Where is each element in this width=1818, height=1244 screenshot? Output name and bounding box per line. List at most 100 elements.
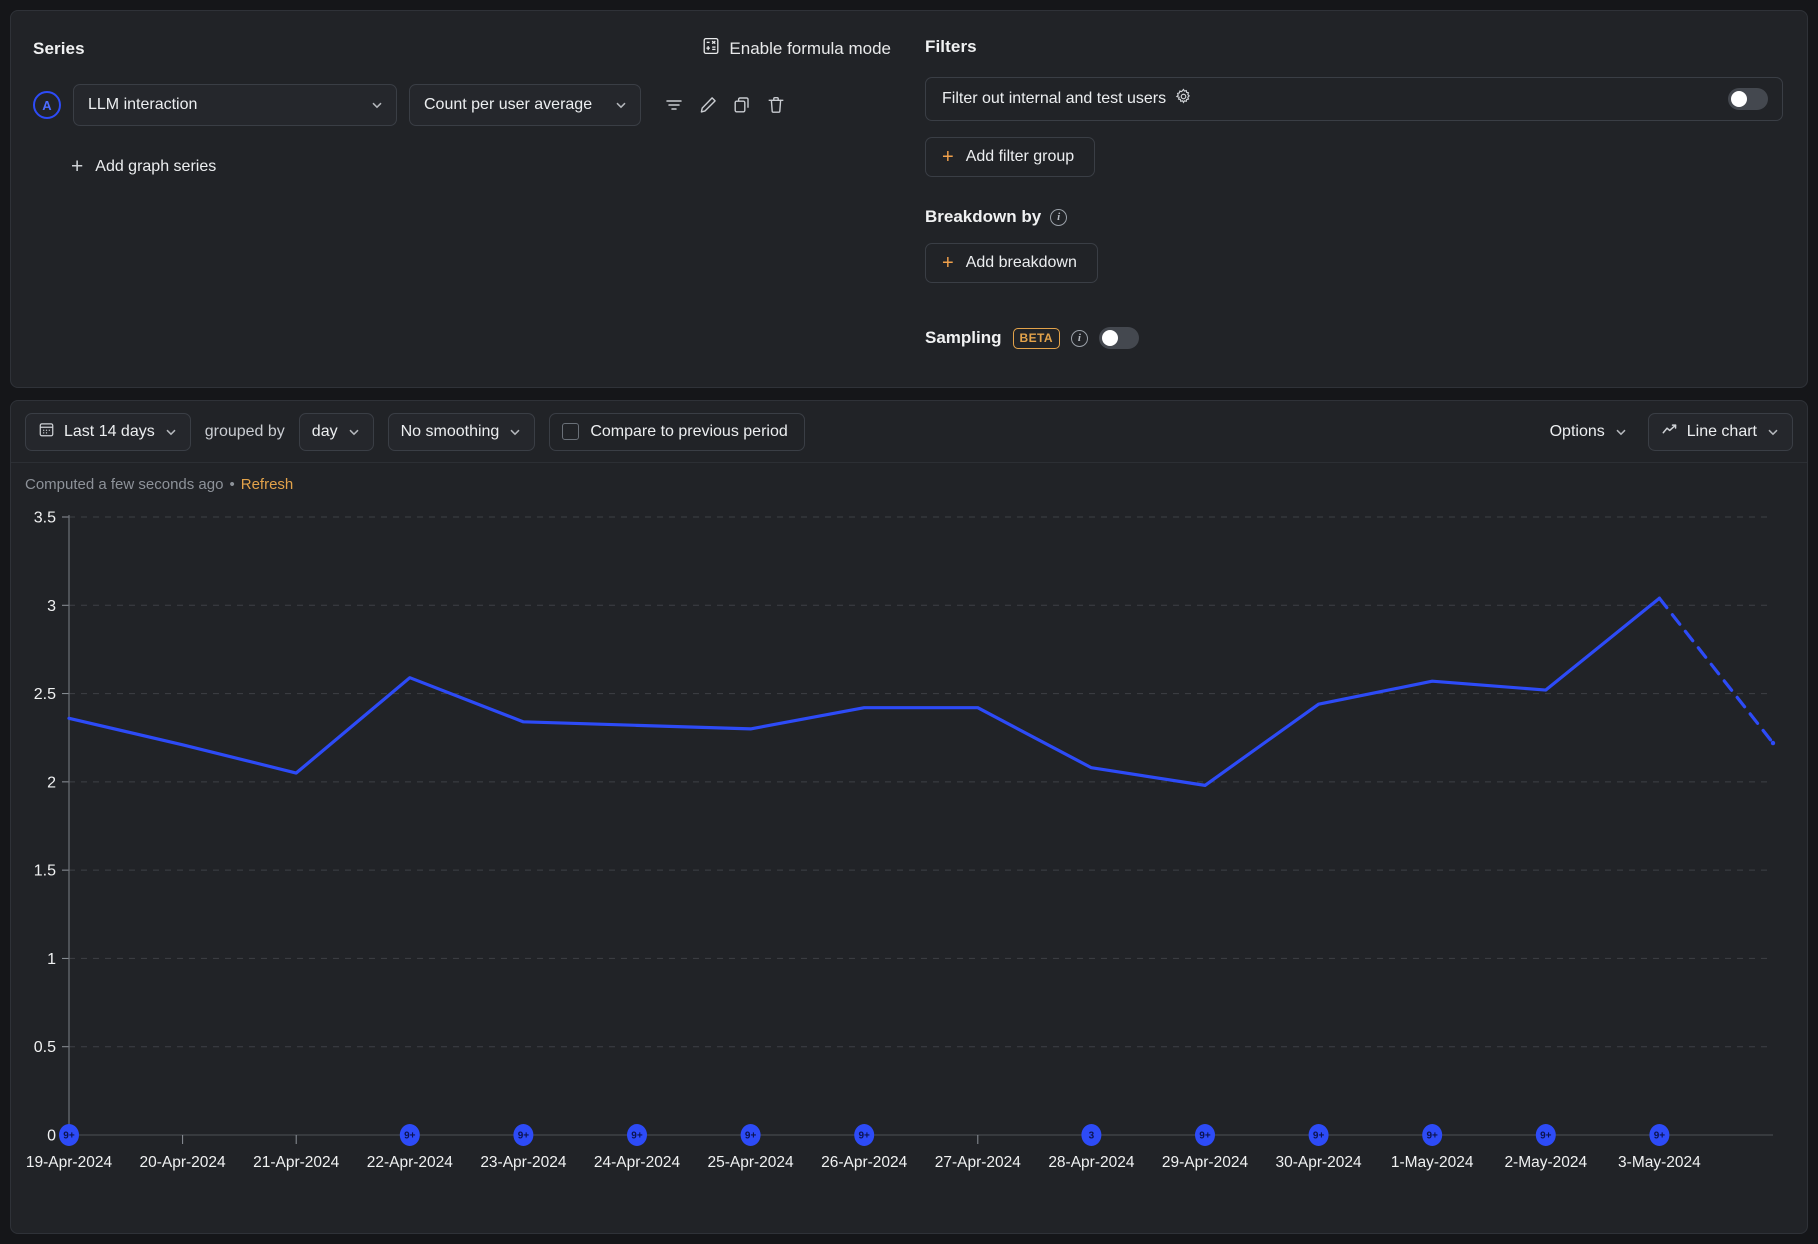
- annotation-badge[interactable]: 9+: [740, 1124, 761, 1146]
- add-breakdown-label: Add breakdown: [965, 254, 1077, 271]
- insights-page: Series Enable formula mode A LLM interac…: [0, 0, 1818, 1244]
- x-axis-tick-label: 3-May-2024: [1618, 1154, 1701, 1171]
- x-axis-tick-label: 22-Apr-2024: [367, 1154, 454, 1171]
- chevron-down-icon: [1616, 429, 1626, 435]
- chart-type-select[interactable]: Line chart: [1647, 412, 1793, 451]
- beta-badge: BETA: [1012, 327, 1060, 349]
- grouped-by-label: grouped by: [204, 422, 285, 440]
- add-breakdown-button[interactable]: + Add breakdown: [925, 243, 1098, 283]
- annotation-badge-label: 9+: [631, 1131, 643, 1142]
- x-axis-tick-label: 27-Apr-2024: [935, 1154, 1022, 1171]
- filters-column: Filters Filter out internal and test use…: [911, 11, 1807, 387]
- duplicate-icon[interactable]: [727, 90, 757, 120]
- options-label: Options: [1549, 422, 1605, 440]
- annotation-badge[interactable]: 9+: [1308, 1124, 1329, 1146]
- refresh-button[interactable]: Refresh: [241, 476, 294, 493]
- annotation-badge[interactable]: 9+: [627, 1124, 647, 1146]
- computed-text: Computed a few seconds ago: [25, 475, 224, 493]
- filter-icon[interactable]: [659, 90, 689, 120]
- sampling-toggle[interactable]: [1098, 327, 1139, 349]
- x-axis-tick-label: 26-Apr-2024: [821, 1154, 908, 1171]
- calculator-icon: [702, 37, 720, 60]
- info-icon[interactable]: i: [1050, 208, 1068, 226]
- annotation-badge-label: 9+: [858, 1131, 870, 1142]
- chevron-down-icon: [1768, 429, 1778, 435]
- smoothing-label: No smoothing: [400, 422, 500, 440]
- compare-previous-period-label: Compare to previous period: [590, 422, 788, 440]
- annotation-badge-label: 9+: [518, 1131, 530, 1142]
- y-axis-tick-label: 1.5: [34, 863, 56, 880]
- date-range-select[interactable]: Last 14 days: [25, 412, 191, 451]
- y-axis-tick-label: 1: [47, 951, 56, 968]
- checkbox-box[interactable]: [562, 423, 580, 440]
- x-axis-tick-label: 2-May-2024: [1504, 1154, 1587, 1171]
- x-axis-tick-label: 19-Apr-2024: [26, 1154, 113, 1171]
- series-actions: [659, 90, 791, 120]
- line-chart[interactable]: 0 0.5 1 1.5 2 2.5 3 3.5 19-Apr-2024 20-Apr-2024 21…: [11, 505, 1808, 1231]
- info-icon[interactable]: i: [1070, 329, 1088, 347]
- y-axis-tick-label: 3: [47, 598, 56, 615]
- breakdown-header: Breakdown by i: [925, 207, 1783, 227]
- plus-icon: +: [942, 146, 954, 168]
- enable-formula-mode-button[interactable]: Enable formula mode: [702, 37, 891, 60]
- series-math-select[interactable]: Count per user average: [409, 84, 641, 126]
- chart-area[interactable]: 0 0.5 1 1.5 2 2.5 3 3.5 19-Apr-2024 20-Apr-2024 21…: [11, 505, 1808, 1231]
- annotation-badge-label: 3: [1089, 1131, 1095, 1142]
- series-title: Series: [33, 38, 85, 58]
- annotation-badge[interactable]: 9+: [1535, 1124, 1556, 1146]
- series-end-point: [1770, 740, 1776, 746]
- filter-internal-users-toggle[interactable]: [1728, 88, 1768, 110]
- separator: •: [229, 475, 235, 493]
- annotation-badge[interactable]: 9+: [1649, 1124, 1670, 1146]
- chevron-down-icon: [616, 102, 626, 109]
- calendar-icon: [38, 421, 55, 443]
- x-axis-tick-label: 1-May-2024: [1391, 1154, 1474, 1171]
- x-axis-tick-label: 29-Apr-2024: [1162, 1154, 1249, 1171]
- annotation-badge-label: 9+: [404, 1131, 416, 1142]
- trash-icon[interactable]: [761, 90, 791, 120]
- series-column: Series Enable formula mode A LLM interac…: [11, 11, 911, 387]
- filter-internal-users-row[interactable]: Filter out internal and test users: [925, 77, 1783, 121]
- y-axis-tick-label: 2.5: [34, 686, 56, 703]
- toggle-knob: [1101, 330, 1118, 346]
- annotation-badge-label: 9+: [1199, 1131, 1211, 1142]
- series-line-dashed[interactable]: [1657, 596, 1775, 745]
- query-config-panel: Series Enable formula mode A LLM interac…: [10, 10, 1808, 388]
- chevron-down-icon: [372, 102, 382, 109]
- chevron-down-icon: [166, 429, 176, 435]
- x-axis-tick-label: 28-Apr-2024: [1048, 1154, 1135, 1171]
- interval-select[interactable]: day: [298, 412, 374, 451]
- smoothing-select[interactable]: No smoothing: [387, 412, 536, 451]
- sampling-title: Sampling: [925, 328, 1002, 347]
- series-event-label: LLM interaction: [88, 96, 198, 113]
- gear-icon[interactable]: [1175, 88, 1192, 110]
- line-chart-icon: [1661, 421, 1678, 443]
- y-axis-tick-label: 3.5: [34, 510, 56, 527]
- annotation-badge-label: 9+: [1654, 1131, 1666, 1142]
- annotation-badge[interactable]: 9+: [854, 1124, 875, 1146]
- annotation-badge-label: 9+: [745, 1131, 757, 1142]
- annotation-badge-label: 9+: [1426, 1131, 1438, 1142]
- series-header: Series Enable formula mode: [33, 37, 891, 60]
- annotation-badge[interactable]: 9+: [513, 1124, 534, 1146]
- pencil-icon[interactable]: [693, 90, 723, 120]
- annotation-badge[interactable]: 9+: [1195, 1124, 1215, 1146]
- series-event-select[interactable]: LLM interaction: [73, 84, 397, 126]
- annotation-badge-label: 9+: [1540, 1131, 1552, 1142]
- x-axis-tick-label: 25-Apr-2024: [708, 1154, 795, 1171]
- annotation-badge[interactable]: 9+: [59, 1124, 79, 1146]
- annotation-badge-label: 9+: [63, 1131, 75, 1142]
- series-line-solid[interactable]: [67, 596, 1661, 787]
- annotation-badge[interactable]: 3: [1081, 1124, 1102, 1146]
- filter-internal-users-label: Filter out internal and test users: [942, 90, 1167, 107]
- chart-toolbar: Last 14 days grouped by day No smoothing…: [11, 401, 1807, 463]
- annotation-badge[interactable]: 9+: [399, 1124, 420, 1146]
- sampling-row: Sampling BETA i: [925, 327, 1783, 349]
- annotation-badge[interactable]: 9+: [1422, 1124, 1443, 1146]
- chart-type-label: Line chart: [1686, 422, 1757, 440]
- options-button[interactable]: Options: [1544, 423, 1634, 441]
- add-filter-group-button[interactable]: + Add filter group: [925, 137, 1096, 177]
- add-graph-series-label: Add graph series: [95, 157, 217, 175]
- compare-previous-period-checkbox[interactable]: Compare to previous period: [549, 412, 805, 451]
- add-graph-series-button[interactable]: + Add graph series: [71, 156, 216, 177]
